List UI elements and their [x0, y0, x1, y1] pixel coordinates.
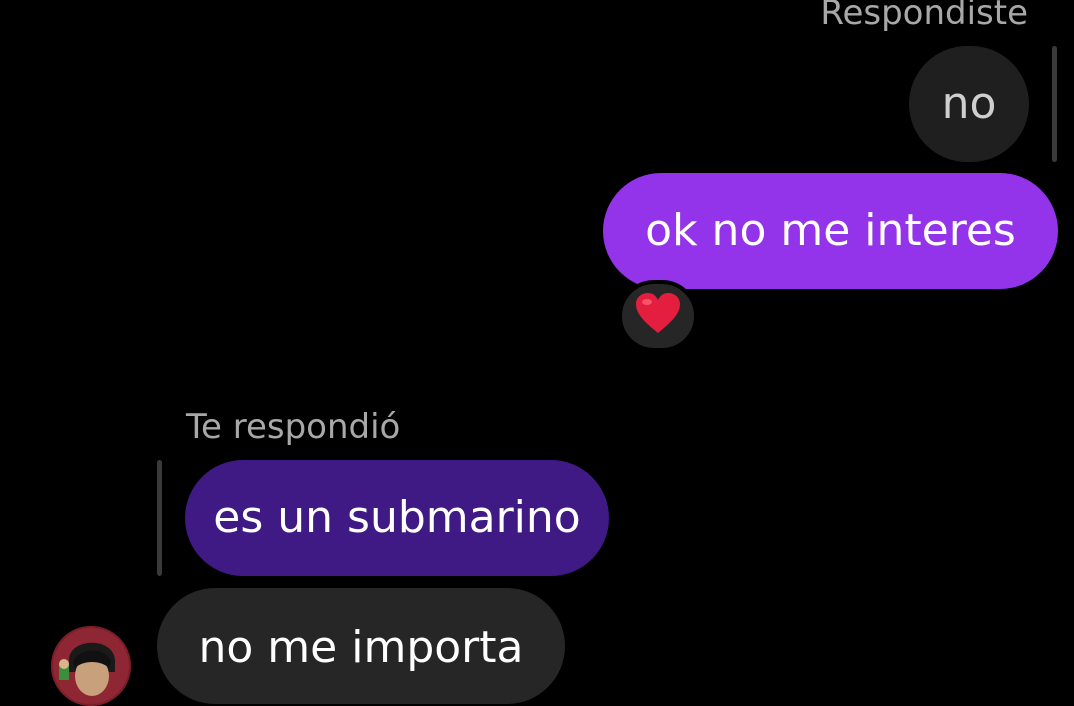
reply-context-label-incoming: Te respondió — [186, 407, 401, 447]
quoted-message-text-incoming: es un submarino — [213, 492, 581, 543]
reply-context-label: Respondiste — [820, 0, 1028, 33]
reply-indicator-bar-incoming — [157, 460, 162, 576]
message-reaction[interactable] — [618, 280, 698, 352]
quoted-message-bubble-incoming[interactable]: es un submarino — [185, 460, 609, 576]
reply-indicator-bar — [1052, 46, 1057, 162]
sent-message-text: ok no me interes — [645, 205, 1016, 256]
message-thread: Respondiste no ok no me interes Te respo… — [0, 0, 1074, 706]
sent-message-bubble[interactable]: ok no me interes — [603, 173, 1058, 289]
received-message-bubble[interactable]: no me importa — [157, 588, 565, 704]
heart-emoji-icon — [635, 293, 681, 339]
quoted-message-text: no — [941, 78, 997, 129]
received-message-text: no me importa — [198, 622, 524, 673]
sender-avatar[interactable] — [51, 626, 131, 706]
quoted-message-bubble[interactable]: no — [909, 46, 1029, 162]
avatar-image — [51, 626, 131, 706]
